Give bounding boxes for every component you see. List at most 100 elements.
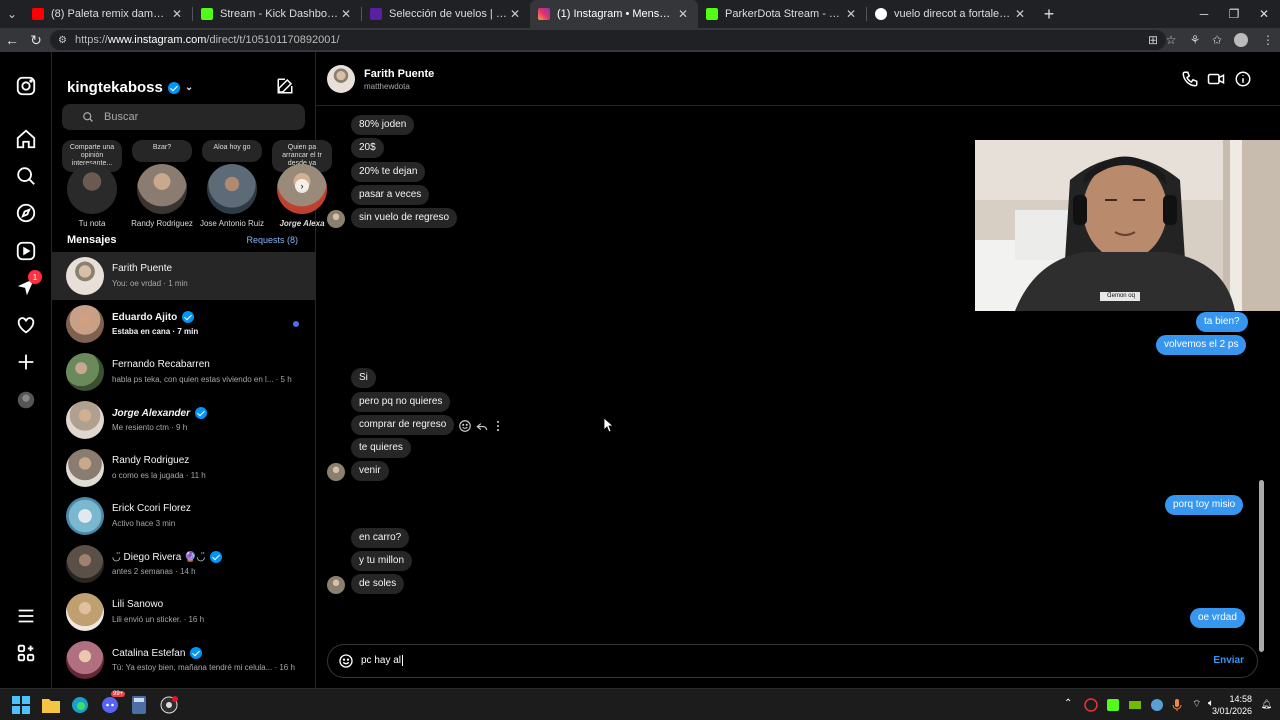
avatar bbox=[137, 164, 187, 214]
edge-browser-icon[interactable] bbox=[69, 694, 91, 716]
conversation-item[interactable]: Jorge Alexander Me resiento ctm · 9 h bbox=[52, 396, 316, 444]
conversation-item[interactable]: Fernando Recabarren habla ps teka, con q… bbox=[52, 348, 316, 396]
scrollbar-thumb[interactable] bbox=[1259, 480, 1264, 652]
close-tab-icon[interactable]: ✕ bbox=[1013, 7, 1027, 21]
more-menu-icon[interactable]: ⋮ bbox=[1260, 32, 1276, 48]
avatar bbox=[66, 401, 104, 439]
tab-search-menu-icon[interactable]: ⌄ bbox=[0, 0, 24, 28]
browser-tab-active[interactable]: (1) Instagram • Mensajes ✕ bbox=[530, 0, 698, 28]
google-icon bbox=[875, 8, 887, 20]
message-bubble-received: 80% joden bbox=[351, 115, 415, 135]
chevron-up-icon[interactable]: ⌃ bbox=[1064, 698, 1078, 712]
new-message-icon[interactable] bbox=[276, 77, 294, 95]
restore-icon[interactable]: ❐ bbox=[1218, 0, 1250, 28]
conversation-item[interactable]: Randy Rodriguez o como es la jugada · 11… bbox=[52, 444, 316, 492]
browser-tab[interactable]: Stream - Kick Dashboard ✕ bbox=[193, 0, 361, 28]
windows-start-icon[interactable] bbox=[10, 694, 32, 716]
home-icon[interactable] bbox=[14, 127, 38, 151]
reels-icon[interactable] bbox=[14, 239, 38, 263]
verified-badge-icon bbox=[167, 81, 180, 94]
browser-tab[interactable]: Selección de vuelos | LATAM Airlin ✕ bbox=[362, 0, 530, 28]
site-info-icon[interactable]: ⚙ bbox=[58, 35, 67, 46]
conversation-item[interactable]: Lili Sanowo Lili envió un sticker. · 16 … bbox=[52, 588, 316, 636]
browser-tab-bar: ⌄ (8) Paleta remix dame paleta palet ✕ S… bbox=[0, 0, 1280, 28]
app-tray-icon[interactable] bbox=[1084, 698, 1098, 712]
nvidia-icon[interactable] bbox=[1128, 698, 1142, 712]
conversation-name: Fernando Recabarren bbox=[112, 359, 210, 370]
file-explorer-icon[interactable] bbox=[40, 694, 62, 716]
message-input[interactable]: pc hay al bbox=[361, 655, 404, 666]
messages-icon[interactable]: 1 bbox=[14, 270, 42, 299]
wifi-icon[interactable]: ⌔ bbox=[1192, 698, 1206, 712]
video-call-icon[interactable] bbox=[1207, 70, 1225, 88]
clock-date: 3/01/2026 bbox=[1211, 706, 1252, 716]
browser-toolbar: ← ↻ ⚙ https:// www.instagram.com /direct… bbox=[0, 28, 1280, 52]
account-switcher[interactable]: kingtekaboss ⌄ bbox=[67, 79, 193, 96]
url-path: /direct/t/105101170892001/ bbox=[206, 34, 340, 46]
verified-badge-icon bbox=[190, 647, 203, 659]
conversation-item[interactable]: ◡̈ Diego Rivera 🔮◡̈ antes 2 semanas · 14… bbox=[52, 540, 316, 588]
obs-studio-icon[interactable] bbox=[158, 694, 180, 716]
message-composer[interactable]: pc hay al Enviar bbox=[327, 644, 1258, 678]
instagram-logo-icon[interactable] bbox=[14, 74, 38, 98]
avatar[interactable] bbox=[327, 65, 355, 93]
conversation-item[interactable]: Catalina Estefan Tú: Ya estoy bien, maña… bbox=[52, 636, 316, 684]
clock-time: 14:58 bbox=[1229, 694, 1252, 704]
requests-link[interactable]: Requests (8) bbox=[246, 235, 298, 245]
kick-tray-icon[interactable] bbox=[1106, 698, 1120, 712]
conversation-item[interactable]: Farith Puente You: oe vrdad · 1 min bbox=[52, 252, 316, 300]
emoji-picker-icon[interactable] bbox=[338, 653, 354, 669]
back-icon[interactable]: ← bbox=[0, 28, 24, 52]
message-bubble-received[interactable]: comprar de regreso bbox=[351, 415, 455, 435]
create-icon[interactable] bbox=[14, 350, 38, 374]
react-emoji-icon[interactable] bbox=[458, 419, 472, 433]
browser-tab[interactable]: ParkerDota Stream - Watch Live or ✕ bbox=[698, 0, 866, 28]
microphone-icon[interactable] bbox=[1170, 698, 1184, 712]
close-tab-icon[interactable]: ✕ bbox=[508, 7, 522, 21]
info-icon[interactable] bbox=[1234, 70, 1252, 88]
more-options-icon[interactable] bbox=[491, 419, 505, 433]
browser-tab[interactable]: vuelo direcot a fortaleza de lima - ✕ bbox=[867, 0, 1035, 28]
steam-icon[interactable] bbox=[1150, 698, 1164, 712]
reply-icon[interactable] bbox=[475, 419, 489, 433]
heart-icon[interactable] bbox=[14, 313, 38, 337]
search-icon[interactable] bbox=[14, 164, 38, 188]
instagram-icon bbox=[538, 8, 550, 20]
browser-tab[interactable]: (8) Paleta remix dame paleta palet ✕ bbox=[24, 0, 192, 28]
notes-next-arrow-icon[interactable]: › bbox=[295, 179, 309, 193]
app-available-icon[interactable]: ⊞ bbox=[1145, 32, 1161, 48]
address-bar[interactable]: ⚙ https:// www.instagram.com /direct/t/1… bbox=[50, 30, 1166, 50]
bookmark-star-icon[interactable]: ☆ bbox=[1163, 32, 1179, 48]
conversation-preview: Estaba en cana · 7 min bbox=[112, 327, 199, 336]
close-tab-icon[interactable]: ✕ bbox=[676, 7, 690, 21]
threads-icon[interactable] bbox=[14, 388, 38, 412]
message-bubble-sent: volvemos el 2 ps bbox=[1156, 335, 1247, 355]
reload-icon[interactable]: ↻ bbox=[24, 28, 48, 52]
phone-call-icon[interactable] bbox=[1181, 70, 1199, 88]
close-window-icon[interactable]: ✕ bbox=[1248, 0, 1280, 28]
message-bubble-received: sin vuelo de regreso bbox=[351, 208, 458, 228]
send-button[interactable]: Enviar bbox=[1213, 655, 1244, 666]
search-input[interactable]: Buscar bbox=[62, 104, 305, 130]
conversation-item[interactable]: Erick Ccori Florez Activo hace 3 min bbox=[52, 492, 316, 540]
also-from-meta-icon[interactable] bbox=[14, 641, 38, 665]
close-tab-icon[interactable]: ✕ bbox=[844, 7, 858, 21]
discord-icon[interactable]: 99+ bbox=[99, 691, 126, 716]
close-tab-icon[interactable]: ✕ bbox=[339, 7, 353, 21]
conversation-name: Farith Puente bbox=[112, 263, 173, 274]
thread-contact-name[interactable]: Farith Puente bbox=[364, 68, 434, 80]
favorites-icon[interactable]: ✩ bbox=[1209, 32, 1225, 48]
system-clock[interactable]: 14:58 3/01/2026 bbox=[1212, 693, 1252, 717]
extensions-icon[interactable]: ⚘ bbox=[1187, 32, 1203, 48]
hamburger-menu-icon[interactable] bbox=[14, 604, 38, 628]
explore-icon[interactable] bbox=[14, 201, 38, 225]
notifications-icon[interactable]: 🔔︎ bbox=[1261, 699, 1272, 710]
tab-title: (1) Instagram • Mensajes bbox=[557, 8, 676, 20]
conversation-preview: Me resiento ctm · 9 h bbox=[112, 423, 188, 432]
calculator-icon[interactable] bbox=[128, 694, 150, 716]
minimize-icon[interactable]: ─ bbox=[1188, 0, 1220, 28]
close-tab-icon[interactable]: ✕ bbox=[170, 7, 184, 21]
profile-avatar[interactable] bbox=[1233, 32, 1249, 48]
new-tab-button[interactable]: + bbox=[1035, 0, 1063, 28]
conversation-item[interactable]: Eduardo Ajito Estaba en cana · 7 min bbox=[52, 300, 316, 348]
